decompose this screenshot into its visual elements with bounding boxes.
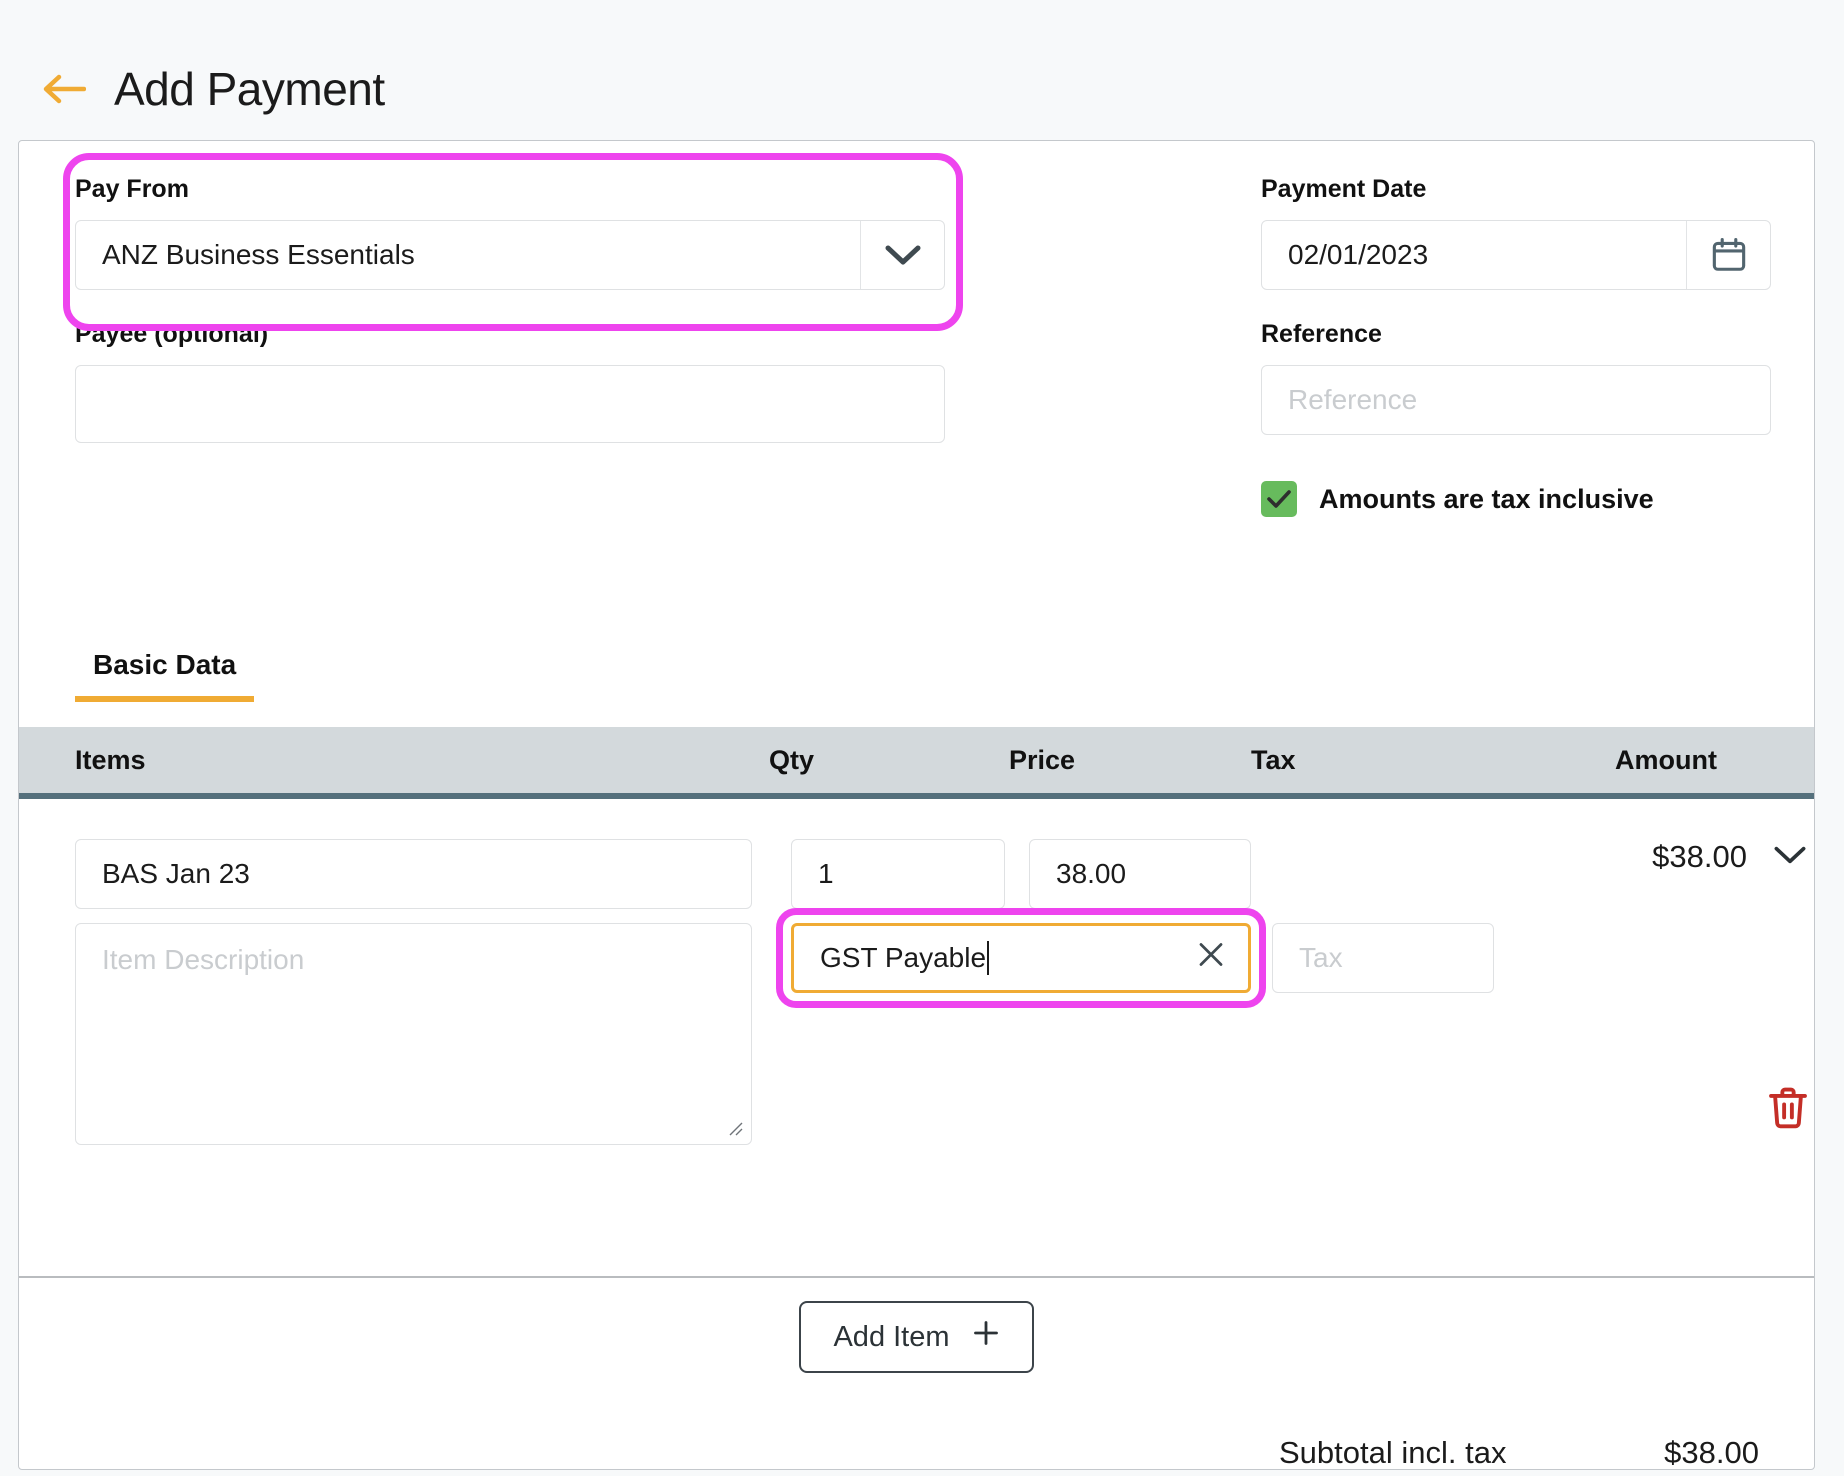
table-row: BAS Jan 23 Item Description 1 38.00 GST [19,805,1814,1278]
item-account-value: GST Payable [820,942,987,973]
tab-basic-data[interactable]: Basic Data [75,649,255,702]
item-tax-cell: Tax [1272,923,1494,993]
column-header-amount: Amount [1615,744,1717,775]
column-header-items: Items [75,744,146,775]
tax-inclusive-row[interactable]: Amounts are tax inclusive [1261,481,1771,517]
item-tax-input[interactable]: Tax [1272,923,1494,993]
items-table-header: Items Qty Price Tax Amount [19,727,1814,799]
plus-icon [972,1319,1000,1355]
payee-input[interactable] [75,365,945,443]
item-name-cell: BAS Jan 23 [75,839,752,909]
payee-group: Payee (optional) [75,320,945,443]
subtotal-label: Subtotal incl. tax [1279,1435,1507,1470]
item-account-input[interactable]: GST Payable [791,923,1251,993]
item-amount-cell: $38.00 [1577,839,1807,875]
item-qty-cell: 1 [791,839,1005,909]
form-column-left: Pay From ANZ Business Essentials Payee (… [75,175,945,443]
form-column-right: Payment Date 02/01/2023 Reference Refere… [1261,175,1771,517]
reference-input[interactable]: Reference [1261,365,1771,435]
reference-placeholder: Reference [1288,384,1418,415]
item-description-cell: Item Description [75,923,752,1145]
item-price-value: 38.00 [1056,858,1127,889]
item-tax-placeholder: Tax [1299,942,1343,973]
item-name-value: BAS Jan 23 [102,858,250,889]
text-caret [987,941,990,975]
pay-from-select[interactable]: ANZ Business Essentials [75,220,945,290]
item-qty-value: 1 [818,858,834,889]
calendar-icon[interactable] [1686,221,1770,289]
payment-date-value: 02/01/2023 [1288,239,1429,270]
pay-from-value: ANZ Business Essentials [102,239,415,270]
item-price-cell: 38.00 [1029,839,1251,909]
add-item-label: Add Item [833,1320,950,1353]
subtotal-value: $38.00 [1664,1435,1759,1470]
column-header-qty: Qty [769,744,815,775]
item-description-placeholder: Item Description [102,944,305,975]
column-header-tax: Tax [1251,744,1296,775]
item-description-input[interactable]: Item Description [75,923,752,1145]
payment-date-group: Payment Date 02/01/2023 [1261,175,1771,290]
totals-panel: Subtotal incl. tax $38.00 Total AUD $38.… [1275,1423,1763,1470]
payment-form-card: Pay From ANZ Business Essentials Payee (… [18,140,1815,1470]
pay-from-group: Pay From ANZ Business Essentials [75,175,945,290]
reference-label: Reference [1261,320,1382,348]
close-icon[interactable] [1196,940,1226,977]
item-qty-input[interactable]: 1 [791,839,1005,909]
chevron-down-icon[interactable] [1773,845,1807,870]
item-price-input[interactable]: 38.00 [1029,839,1251,909]
tab-bar: Basic Data [75,649,255,702]
resize-grip-icon [729,1122,743,1136]
subtotal-row: Subtotal incl. tax $38.00 [1275,1423,1763,1470]
payment-date-label: Payment Date [1261,175,1427,203]
pay-from-label: Pay From [75,175,189,203]
arrow-left-icon[interactable] [40,65,88,113]
item-amount-value: $38.00 [1652,839,1747,874]
chevron-down-icon[interactable] [860,221,944,289]
tax-inclusive-label: Amounts are tax inclusive [1319,483,1654,514]
page-header: Add Payment [0,0,1844,140]
add-item-button[interactable]: Add Item [799,1301,1034,1373]
form-area: Pay From ANZ Business Essentials Payee (… [19,141,1814,631]
add-item-row: Add Item [19,1301,1814,1373]
trash-icon[interactable] [1767,1085,1809,1136]
item-account-cell: GST Payable [791,923,1251,993]
tax-inclusive-checkbox[interactable] [1261,481,1297,517]
payment-date-input[interactable]: 02/01/2023 [1261,220,1771,290]
payee-label: Payee (optional) [75,320,269,348]
reference-group: Reference Reference [1261,320,1771,435]
page-title: Add Payment [114,63,385,115]
column-header-price: Price [1009,744,1076,775]
item-name-input[interactable]: BAS Jan 23 [75,839,752,909]
